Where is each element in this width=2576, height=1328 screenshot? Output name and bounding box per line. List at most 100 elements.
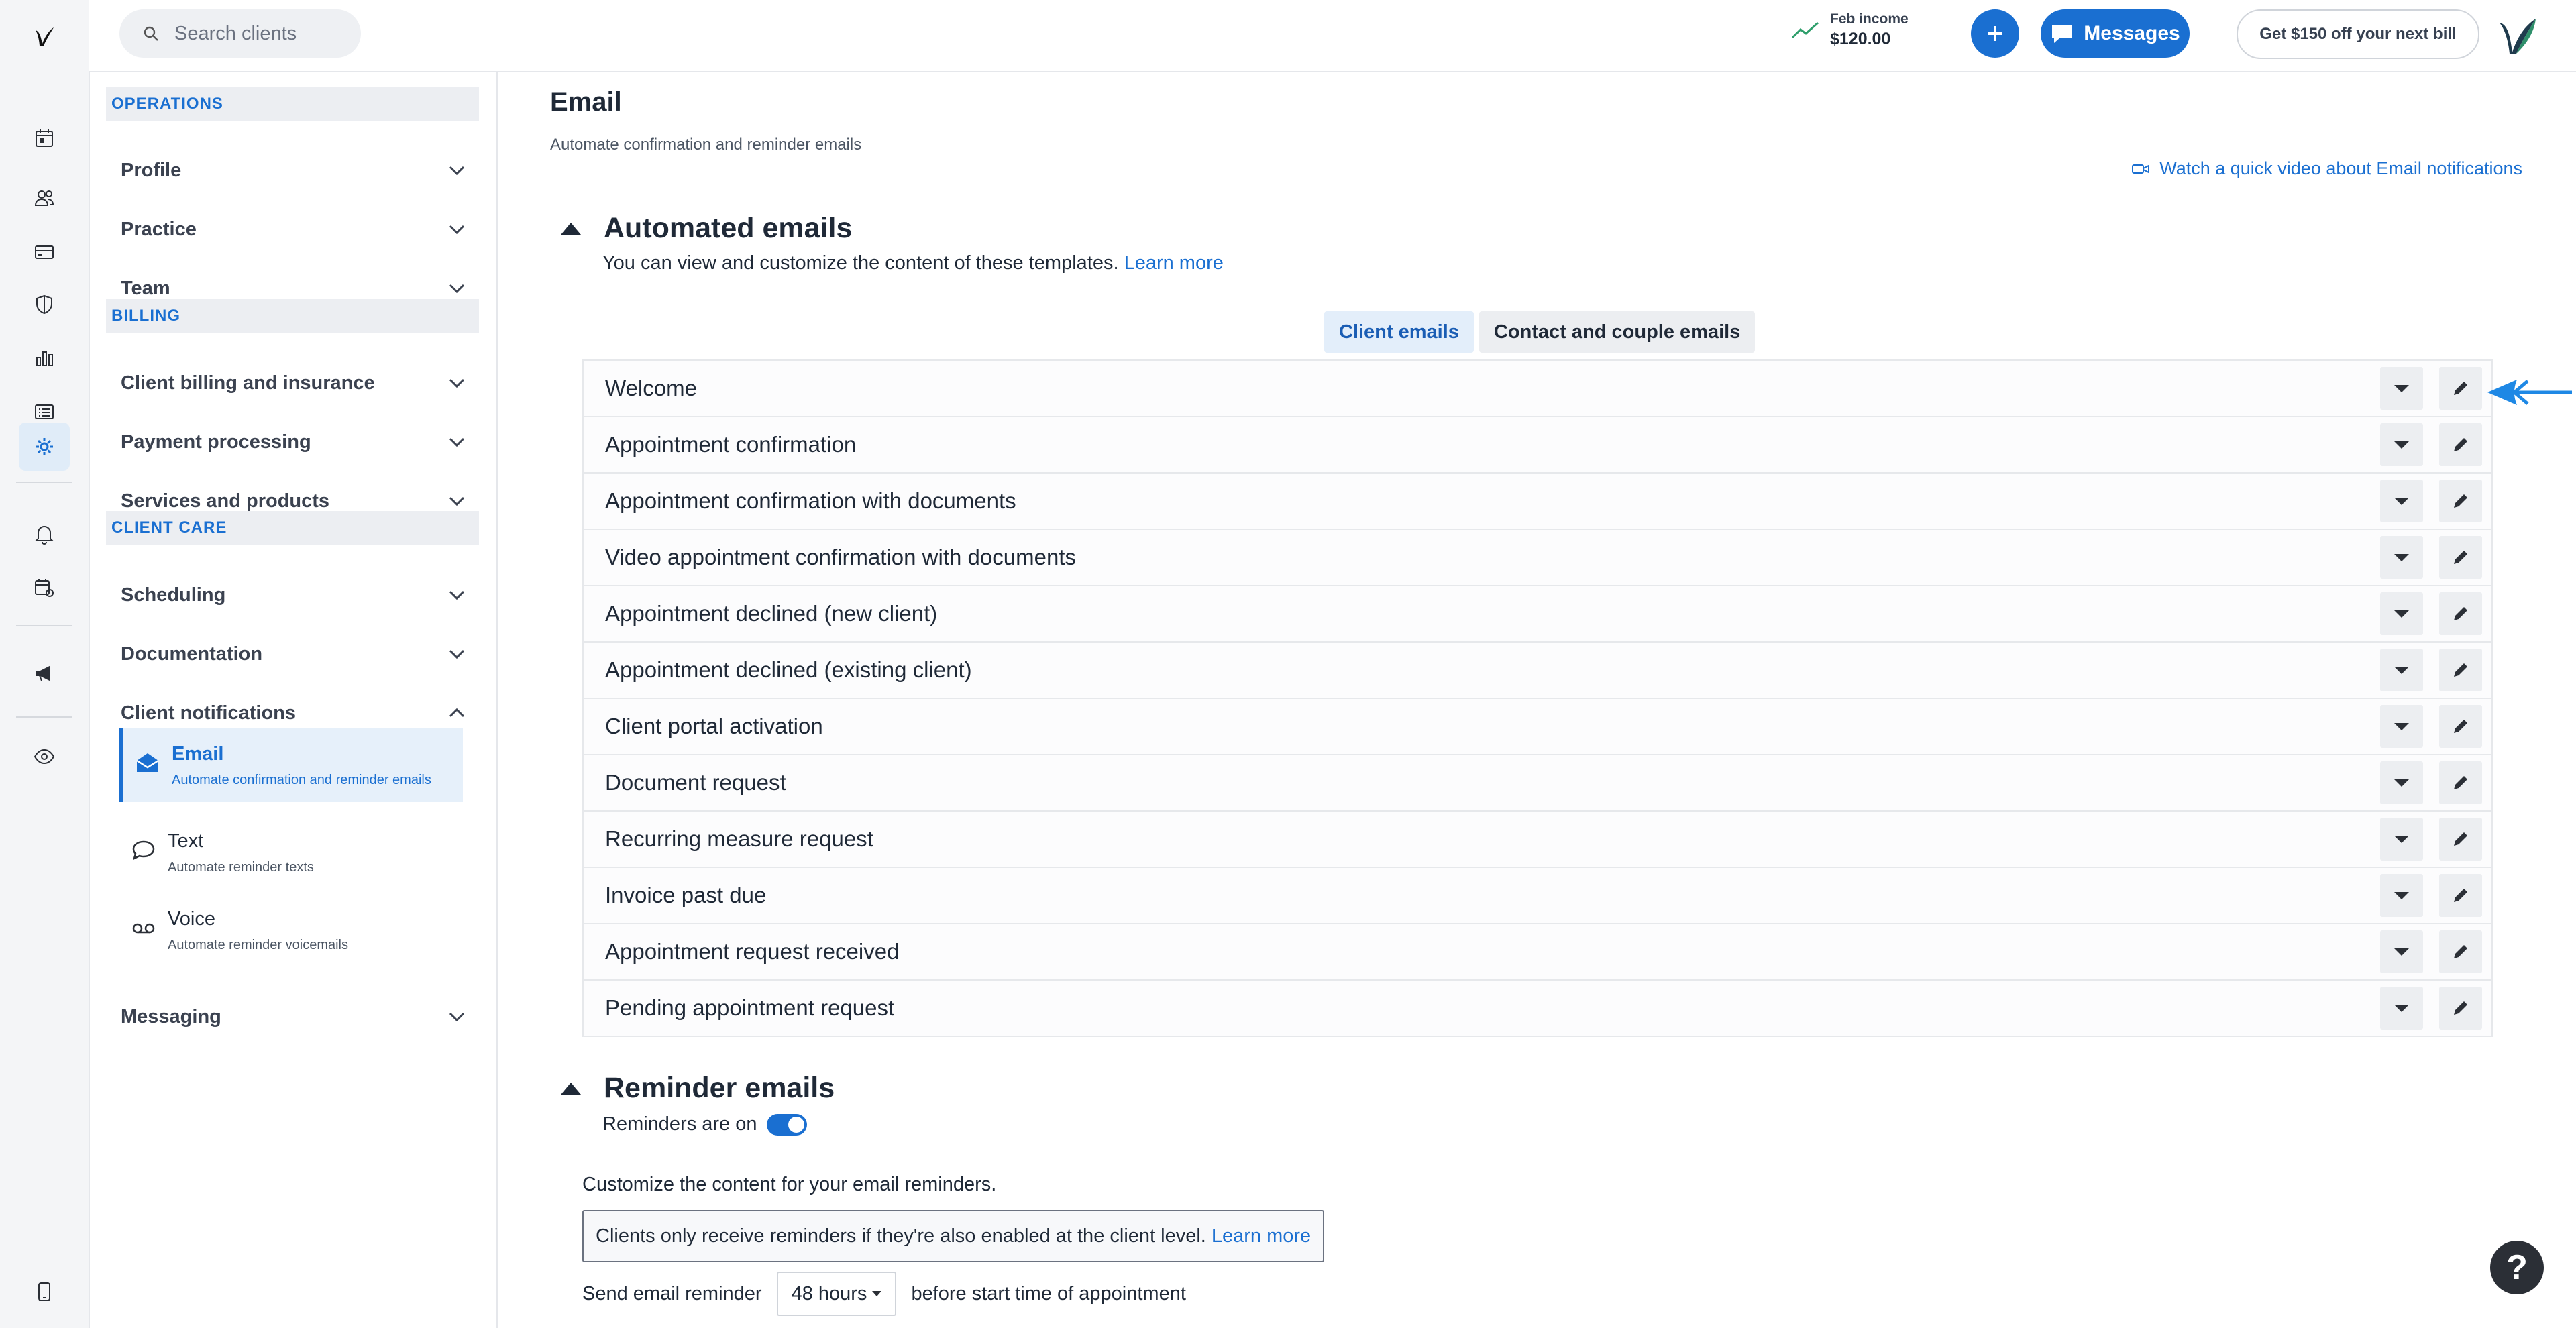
template-row[interactable]: Document request xyxy=(584,755,2491,812)
edit-template-button[interactable] xyxy=(2439,874,2482,917)
expand-preview-button[interactable] xyxy=(2380,705,2423,748)
analytics-icon[interactable] xyxy=(19,334,70,382)
sidebar-item-messaging[interactable]: Messaging xyxy=(121,997,466,1037)
expand-preview-button[interactable] xyxy=(2380,480,2423,522)
caret-down-icon xyxy=(2394,441,2409,449)
megaphone-icon[interactable] xyxy=(19,649,70,698)
automated-emails-toggle[interactable]: Automated emails xyxy=(561,212,852,245)
expand-preview-button[interactable] xyxy=(2380,592,2423,635)
row-actions xyxy=(2364,761,2482,804)
expand-preview-button[interactable] xyxy=(2380,930,2423,973)
automated-emails-heading: Automated emails xyxy=(604,212,853,244)
sidebar-subitem-voice[interactable]: Voice Automate reminder voicemails xyxy=(119,893,463,967)
calendar-settings-icon[interactable] xyxy=(19,563,70,612)
caret-down-icon xyxy=(2394,779,2409,787)
pencil-icon xyxy=(2454,945,2467,958)
template-row[interactable]: Appointment declined (existing client) xyxy=(584,643,2491,699)
template-row[interactable]: Video appointment confirmation with docu… xyxy=(584,530,2491,586)
caret-down-icon xyxy=(2394,1004,2409,1012)
chevron-down-icon xyxy=(449,1012,465,1022)
section-client-care: CLIENT CARE xyxy=(106,511,479,545)
sidebar-item-label: Client notifications xyxy=(121,702,296,724)
tab-contact-couple-emails[interactable]: Contact and couple emails xyxy=(1479,311,1756,353)
edit-template-button[interactable] xyxy=(2439,818,2482,861)
edit-template-button[interactable] xyxy=(2439,649,2482,691)
edit-template-button[interactable] xyxy=(2439,480,2482,522)
sidebar-subitem-text[interactable]: Text Automate reminder texts xyxy=(119,816,463,889)
expand-preview-button[interactable] xyxy=(2380,367,2423,410)
billing-card-icon[interactable] xyxy=(19,228,70,276)
template-row[interactable]: Recurring measure request xyxy=(584,812,2491,868)
expand-preview-button[interactable] xyxy=(2380,818,2423,861)
sidebar-item-profile[interactable]: Profile xyxy=(121,150,466,190)
template-row[interactable]: Appointment request received xyxy=(584,924,2491,981)
row-actions xyxy=(2364,705,2482,748)
edit-template-button[interactable] xyxy=(2439,592,2482,635)
template-row[interactable]: Pending appointment request xyxy=(584,981,2491,1036)
template-row[interactable]: Client portal activation xyxy=(584,699,2491,755)
chevron-down-icon xyxy=(449,225,465,235)
edit-template-button[interactable] xyxy=(2439,536,2482,579)
mail-open-icon xyxy=(136,753,159,772)
caret-down-icon xyxy=(2394,948,2409,956)
add-new-button[interactable] xyxy=(1971,9,2019,58)
sidebar-item-client-billing[interactable]: Client billing and insurance xyxy=(121,363,466,403)
sidebar-item-label: Profile xyxy=(121,159,182,181)
template-row[interactable]: Invoice past due xyxy=(584,868,2491,924)
template-row[interactable]: Welcome xyxy=(584,361,2491,417)
expand-preview-button[interactable] xyxy=(2380,874,2423,917)
clients-icon[interactable] xyxy=(19,174,70,222)
promo-button[interactable]: Get $150 off your next bill xyxy=(2237,9,2479,59)
reminder-timing-select[interactable]: 48 hours xyxy=(776,1272,897,1316)
sidebar-item-practice[interactable]: Practice xyxy=(121,209,466,250)
search-clients-input[interactable]: Search clients xyxy=(119,9,361,58)
settings-sidebar: OPERATIONS Profile Practice Team BILLING… xyxy=(89,71,498,1328)
chevron-down-icon xyxy=(449,437,465,447)
shield-icon[interactable] xyxy=(19,280,70,329)
expand-preview-button[interactable] xyxy=(2380,987,2423,1030)
sidebar-item-documentation[interactable]: Documentation xyxy=(121,634,466,674)
logo-icon[interactable] xyxy=(19,12,70,60)
template-row[interactable]: Appointment confirmation with documents xyxy=(584,474,2491,530)
plus-icon xyxy=(1988,26,2002,41)
sidebar-item-client-notifications[interactable]: Client notifications xyxy=(121,693,466,733)
reminder-emails-toggle[interactable]: Reminder emails xyxy=(561,1072,835,1105)
template-row[interactable]: Appointment declined (new client) xyxy=(584,586,2491,643)
edit-template-button[interactable] xyxy=(2439,987,2482,1030)
template-name: Invoice past due xyxy=(605,883,767,907)
expand-preview-button[interactable] xyxy=(2380,423,2423,466)
edit-template-button[interactable] xyxy=(2439,423,2482,466)
template-row[interactable]: Appointment confirmation xyxy=(584,417,2491,474)
bell-icon[interactable] xyxy=(19,510,70,558)
account-logo-icon[interactable] xyxy=(2496,13,2540,56)
sidebar-subitem-email[interactable]: Email Automate confirmation and reminder… xyxy=(119,728,463,802)
edit-template-button[interactable] xyxy=(2439,930,2482,973)
sidebar-item-label: Client billing and insurance xyxy=(121,372,375,394)
edit-template-button[interactable] xyxy=(2439,761,2482,804)
sidebar-item-label: Documentation xyxy=(121,643,263,665)
edit-template-button[interactable] xyxy=(2439,705,2482,748)
expand-preview-button[interactable] xyxy=(2380,649,2423,691)
sidebar-item-label: Team xyxy=(121,277,170,299)
expand-preview-button[interactable] xyxy=(2380,536,2423,579)
calendar-icon[interactable] xyxy=(19,114,70,162)
dropdown-caret-icon xyxy=(872,1291,882,1296)
mobile-icon[interactable] xyxy=(19,1268,70,1316)
customize-text: Customize the content for your email rem… xyxy=(582,1174,997,1195)
reminders-switch[interactable] xyxy=(766,1113,807,1136)
income-label: Feb income xyxy=(1830,11,1909,27)
watch-video-link[interactable]: Watch a quick video about Email notifica… xyxy=(2131,158,2522,179)
tab-client-emails[interactable]: Client emails xyxy=(1324,311,1474,353)
messages-button[interactable]: Messages xyxy=(2041,9,2190,58)
eye-icon[interactable] xyxy=(19,732,70,781)
learn-more-link[interactable]: Learn more xyxy=(1124,252,1224,274)
edit-template-button[interactable] xyxy=(2439,367,2482,410)
note-learn-more-link[interactable]: Learn more xyxy=(1212,1225,1311,1248)
sidebar-item-scheduling[interactable]: Scheduling xyxy=(121,575,466,615)
help-button[interactable]: ? xyxy=(2490,1241,2544,1294)
icon-rail xyxy=(0,0,90,1328)
income-summary[interactable]: Feb income $120.00 xyxy=(1791,11,1909,50)
sidebar-item-payment-processing[interactable]: Payment processing xyxy=(121,422,466,462)
expand-preview-button[interactable] xyxy=(2380,761,2423,804)
settings-gear-icon[interactable] xyxy=(19,423,70,471)
